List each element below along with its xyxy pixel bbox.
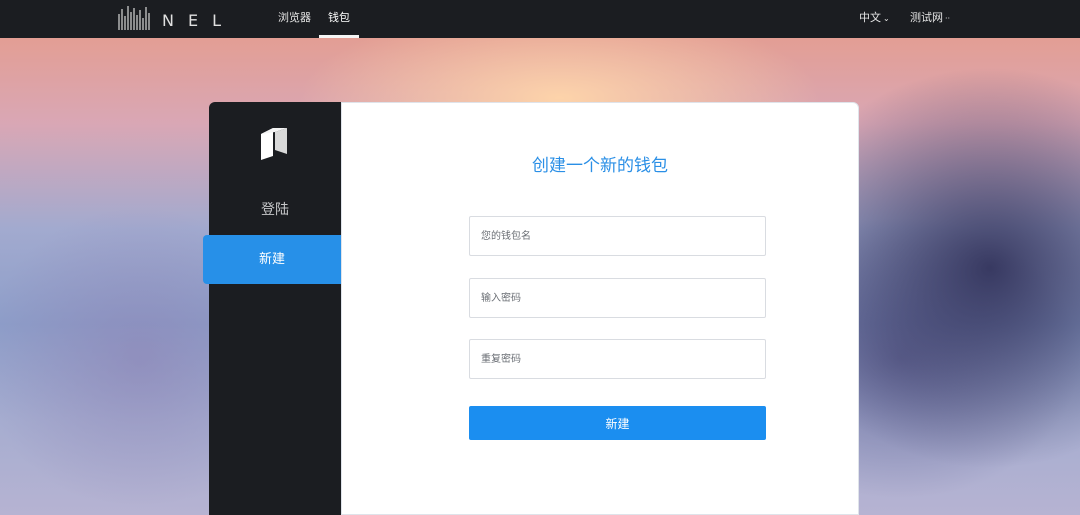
page-title: 创建一个新的钱包 <box>532 156 668 176</box>
neo-logo-icon <box>259 126 289 162</box>
network-dropdown[interactable]: 测试网 ·· <box>910 0 950 38</box>
nav-wallet[interactable]: 钱包 <box>319 0 359 38</box>
nel-logo-icon: NEL <box>118 6 235 30</box>
create-wallet-button[interactable]: 新建 <box>469 406 766 440</box>
nav-browser[interactable]: 浏览器 <box>278 0 311 38</box>
wallet-name-input[interactable] <box>469 216 766 256</box>
password-input[interactable] <box>469 278 766 318</box>
top-navigation-bar: NEL 浏览器 钱包 中文 ⌄ 测试网 ·· <box>0 0 1080 38</box>
sidebar-item-login[interactable]: 登陆 <box>209 196 341 224</box>
wallet-card: 登陆 新建 创建一个新的钱包 新建 <box>203 102 859 515</box>
chevron-down-icon: ⌄ <box>883 14 890 23</box>
language-label: 中文 <box>859 11 881 24</box>
nel-logo[interactable]: NEL <box>116 4 236 34</box>
language-dropdown[interactable]: 中文 ⌄ <box>859 0 890 38</box>
sidebar-item-new[interactable]: 新建 <box>203 235 341 284</box>
wallet-sidebar: 登陆 新建 <box>203 102 341 515</box>
create-wallet-panel: 创建一个新的钱包 新建 <box>341 102 859 515</box>
confirm-password-input[interactable] <box>469 339 766 379</box>
more-dots-icon: ·· <box>945 14 951 23</box>
svg-text:NEL: NEL <box>162 11 235 30</box>
network-label: 测试网 <box>910 11 943 24</box>
